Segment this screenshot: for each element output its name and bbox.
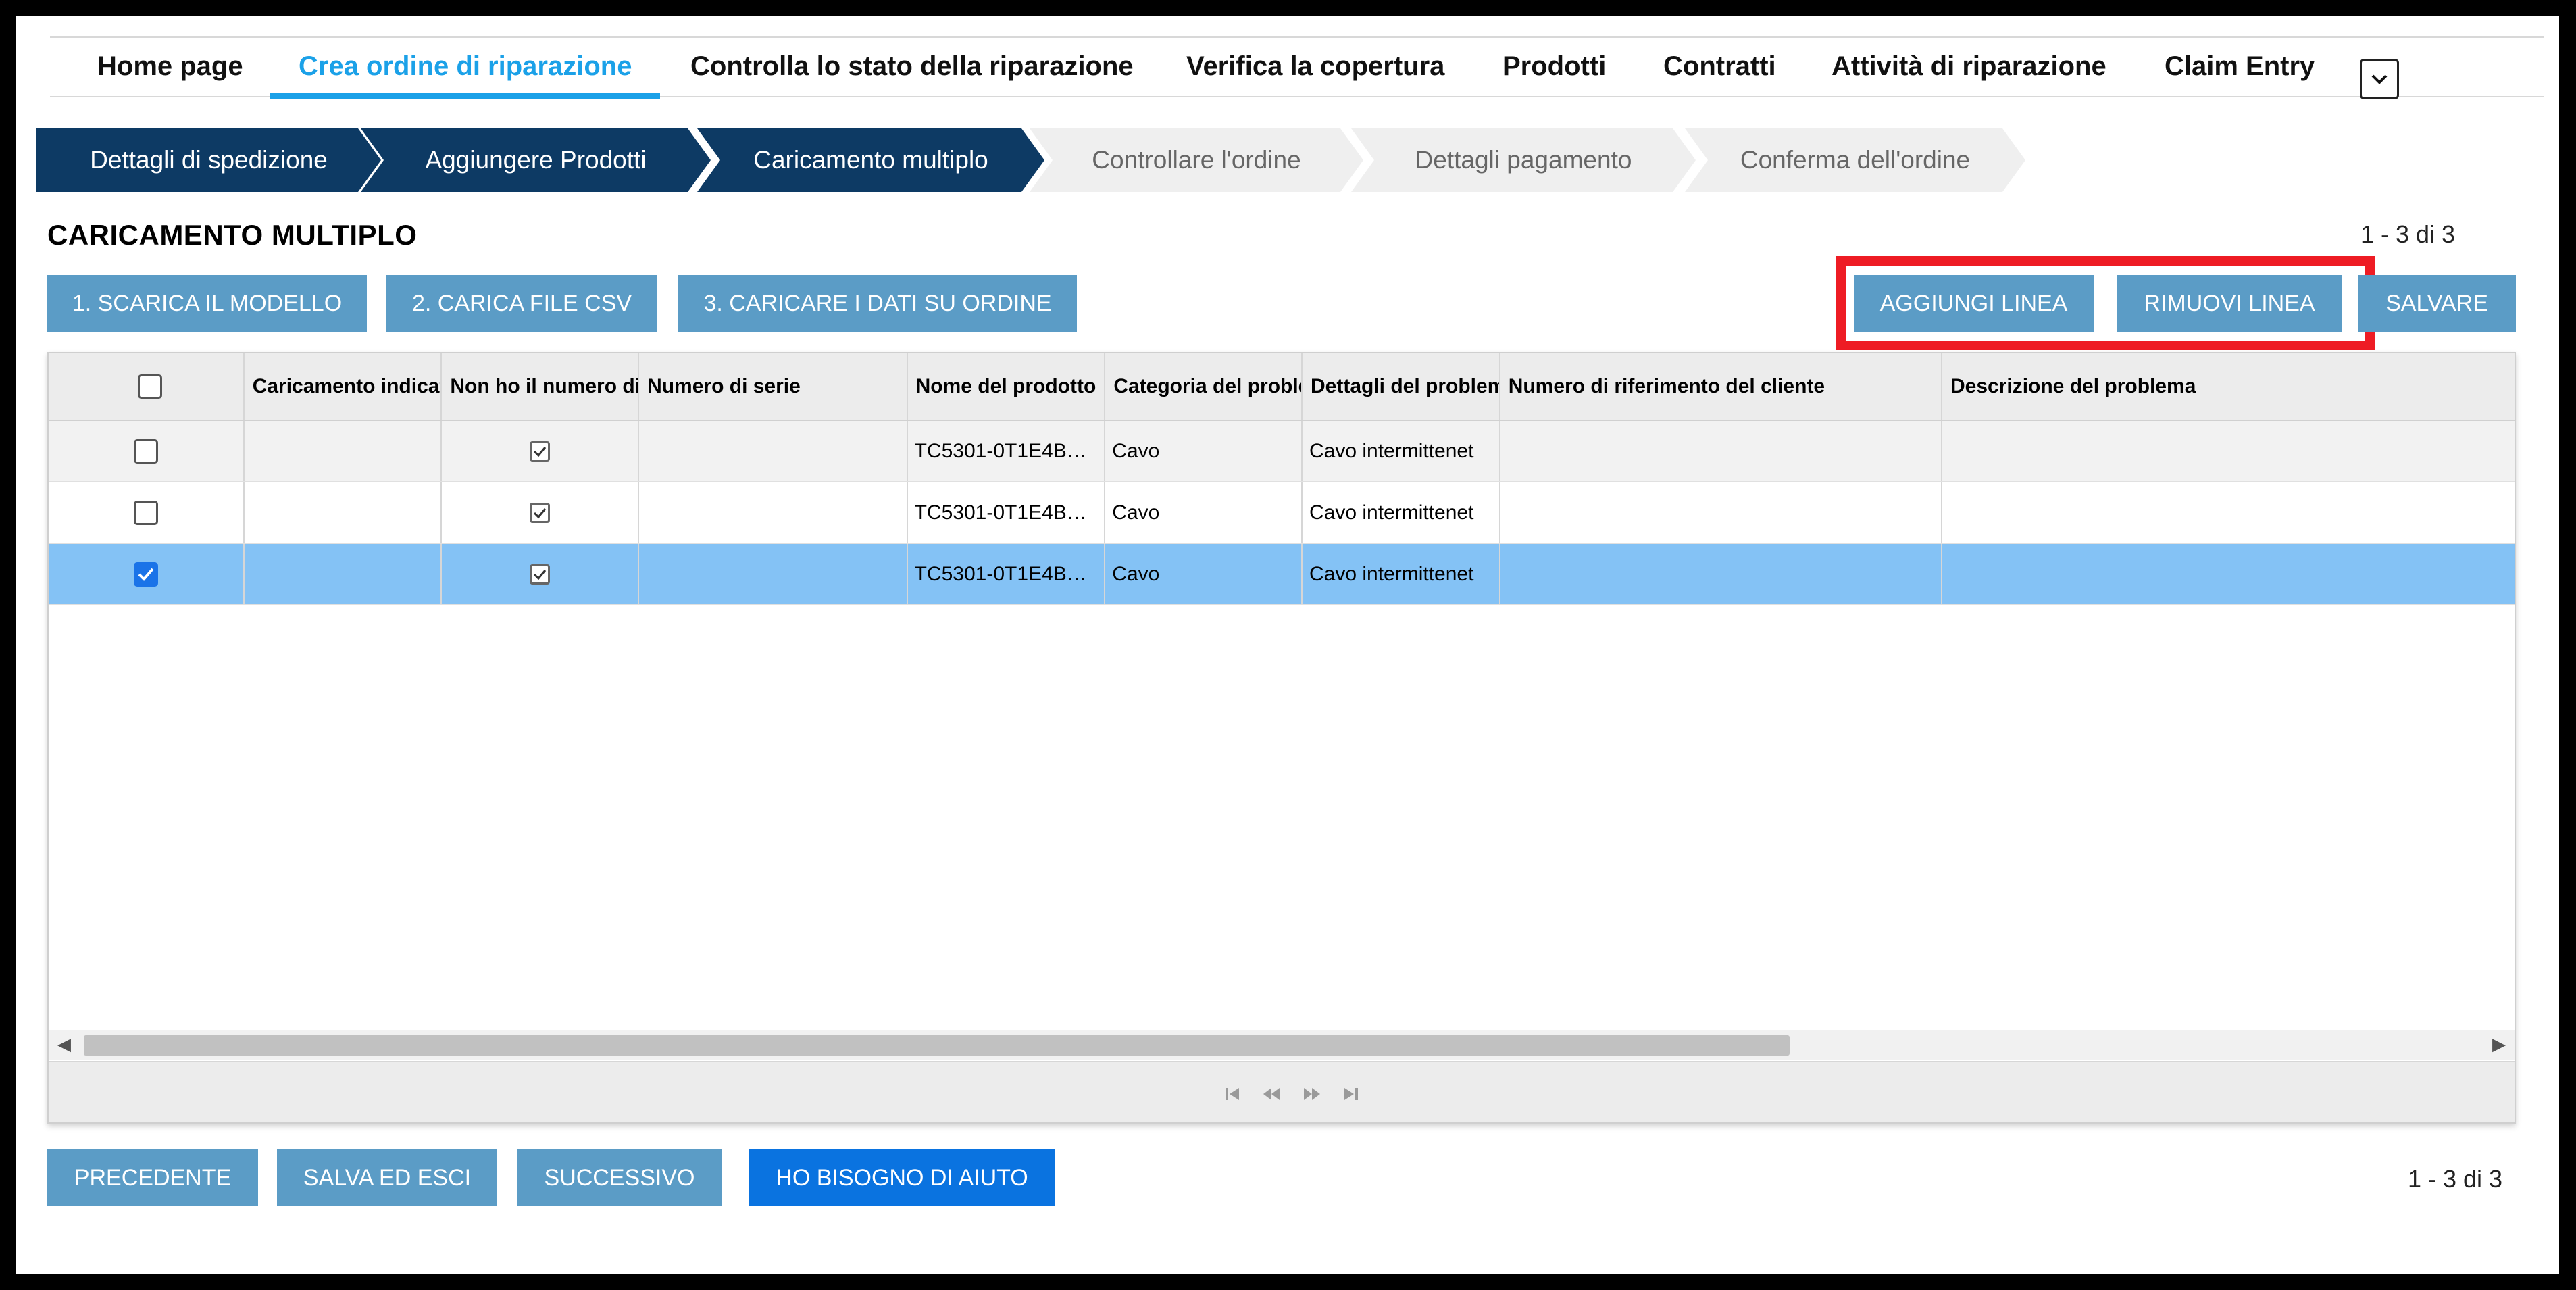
horizontal-scrollbar[interactable]: ◀ ▶ [49, 1030, 2515, 1060]
step-shipping-details[interactable]: Dettagli di spedizione [36, 128, 381, 192]
checkmark-icon [534, 446, 547, 457]
row-select-cell [49, 544, 245, 604]
app-window: Home page Crea ordine di riparazione Con… [16, 16, 2559, 1274]
table-row[interactable]: TC5301-0T1E4B… Cavo Cavo intermittenet [49, 482, 2515, 544]
top-nav: Home page Crea ordine di riparazione Con… [50, 36, 2544, 99]
previous-button[interactable]: PRECEDENTE [47, 1149, 258, 1206]
last-page-icon[interactable] [1337, 1083, 1364, 1106]
scrollbar-thumb[interactable] [84, 1035, 1790, 1056]
product-name-cell[interactable]: TC5301-0T1E4B… [908, 544, 1106, 604]
step-order-confirmation: Conferma dell'ordine [1685, 128, 2025, 192]
nav-create-repair-order[interactable]: Crea ordine di riparazione [270, 53, 661, 99]
problem-details-cell[interactable]: Cavo intermittenet [1303, 482, 1500, 543]
step-payment-details: Dettagli pagamento [1351, 128, 1696, 192]
next-button[interactable]: SUCCESSIVO [517, 1149, 722, 1206]
loading-indicator-cell [245, 544, 443, 604]
nav-products[interactable]: Prodotti [1502, 53, 1606, 96]
upload-grid: Caricamento indicato Non ho il numero di… [47, 352, 2516, 1124]
previous-page-icon[interactable] [1258, 1083, 1285, 1106]
problem-description-cell[interactable] [1942, 544, 2515, 604]
checkmark-icon [138, 568, 154, 581]
step-multiple-upload[interactable]: Caricamento multiplo [697, 128, 1044, 192]
problem-description-cell[interactable] [1942, 482, 2515, 543]
nav-check-repair-status[interactable]: Controlla lo stato della riparazione [690, 53, 1134, 96]
nav-claim-entry[interactable]: Claim Entry [2165, 53, 2315, 96]
column-header[interactable]: Non ho il numero di serie [442, 353, 640, 420]
header-select-all-cell [49, 353, 245, 420]
scroll-left-icon[interactable]: ◀ [54, 1034, 74, 1055]
customer-ref-cell[interactable] [1500, 482, 1942, 543]
column-header[interactable]: Caricamento indicato [245, 353, 443, 420]
scroll-right-icon[interactable]: ▶ [2489, 1034, 2509, 1055]
problem-category-cell[interactable]: Cavo [1105, 421, 1303, 481]
save-button[interactable]: SALVARE [2358, 275, 2516, 332]
row-select-cell [49, 421, 245, 481]
checkmark-icon [534, 507, 547, 518]
row-select-checkbox[interactable] [133, 500, 158, 525]
problem-details-cell[interactable]: Cavo intermittenet [1303, 544, 1500, 604]
nav-contracts[interactable]: Contratti [1663, 53, 1776, 96]
nav-home[interactable]: Home page [97, 53, 243, 96]
pager-count-bottom: 1 - 3 di 3 [2408, 1165, 2503, 1193]
problem-category-cell[interactable]: Cavo [1105, 544, 1303, 604]
loading-indicator-cell [245, 482, 443, 543]
column-header[interactable]: Nome del prodotto [908, 353, 1106, 420]
loading-indicator-cell [245, 421, 443, 481]
no-serial-cell [442, 482, 640, 543]
remove-line-button[interactable]: RIMUOVI LINEA [2117, 275, 2342, 332]
upload-csv-button[interactable]: 2. CARICA FILE CSV [386, 275, 657, 332]
save-and-exit-button[interactable]: SALVA ED ESCI [277, 1149, 497, 1206]
column-header[interactable]: Numero di riferimento del cliente [1500, 353, 1942, 420]
pager-count-top: 1 - 3 di 3 [2360, 220, 2456, 248]
no-serial-checkbox[interactable] [530, 502, 551, 523]
problem-category-cell[interactable]: Cavo [1105, 482, 1303, 543]
grid-pager [49, 1061, 2515, 1122]
nav-more-dropdown[interactable] [2360, 59, 2399, 99]
serial-cell[interactable] [639, 421, 908, 481]
row-select-checkbox[interactable] [133, 562, 158, 587]
problem-details-cell[interactable]: Cavo intermittenet [1303, 421, 1500, 481]
page-title: CARICAMENTO MULTIPLO [47, 219, 418, 251]
nav-verify-coverage[interactable]: Verifica la copertura [1186, 53, 1444, 96]
add-line-button[interactable]: AGGIUNGI LINEA [1854, 275, 2094, 332]
serial-cell[interactable] [639, 482, 908, 543]
no-serial-checkbox[interactable] [530, 564, 551, 585]
problem-description-cell[interactable] [1942, 421, 2515, 481]
table-row-selected[interactable]: TC5301-0T1E4B… Cavo Cavo intermittenet [49, 544, 2515, 605]
no-serial-cell [442, 544, 640, 604]
product-name-cell[interactable]: TC5301-0T1E4B… [908, 421, 1106, 481]
row-select-checkbox[interactable] [133, 439, 158, 464]
next-page-icon[interactable] [1298, 1083, 1325, 1106]
step-review-order: Controllare l'ordine [1030, 128, 1363, 192]
nav-repair-activities[interactable]: Attività di riparazione [1832, 53, 2106, 96]
select-all-checkbox[interactable] [137, 374, 162, 399]
first-page-icon[interactable] [1219, 1083, 1246, 1106]
no-serial-checkbox[interactable] [530, 441, 551, 462]
load-data-to-order-button[interactable]: 3. CARICARE I DATI SU ORDINE [678, 275, 1077, 332]
row-select-cell [49, 482, 245, 543]
checkmark-icon [534, 569, 547, 580]
download-template-button[interactable]: 1. SCARICA IL MODELLO [47, 275, 367, 332]
grid-header-row: Caricamento indicato Non ho il numero di… [49, 353, 2515, 421]
column-header[interactable]: Dettagli del problema [1303, 353, 1500, 420]
chevron-down-icon [2371, 74, 2388, 84]
need-help-button[interactable]: HO BISOGNO DI AIUTO [749, 1149, 1055, 1206]
table-row[interactable]: TC5301-0T1E4B… Cavo Cavo intermittenet [49, 421, 2515, 482]
product-name-cell[interactable]: TC5301-0T1E4B… [908, 482, 1106, 543]
column-header[interactable]: Descrizione del problema [1942, 353, 2515, 420]
column-header[interactable]: Numero di serie [639, 353, 908, 420]
customer-ref-cell[interactable] [1500, 544, 1942, 604]
step-add-products[interactable]: Aggiungere Prodotti [361, 128, 711, 192]
customer-ref-cell[interactable] [1500, 421, 1942, 481]
column-header[interactable]: Categoria del problema [1105, 353, 1303, 420]
serial-cell[interactable] [639, 544, 908, 604]
no-serial-cell [442, 421, 640, 481]
